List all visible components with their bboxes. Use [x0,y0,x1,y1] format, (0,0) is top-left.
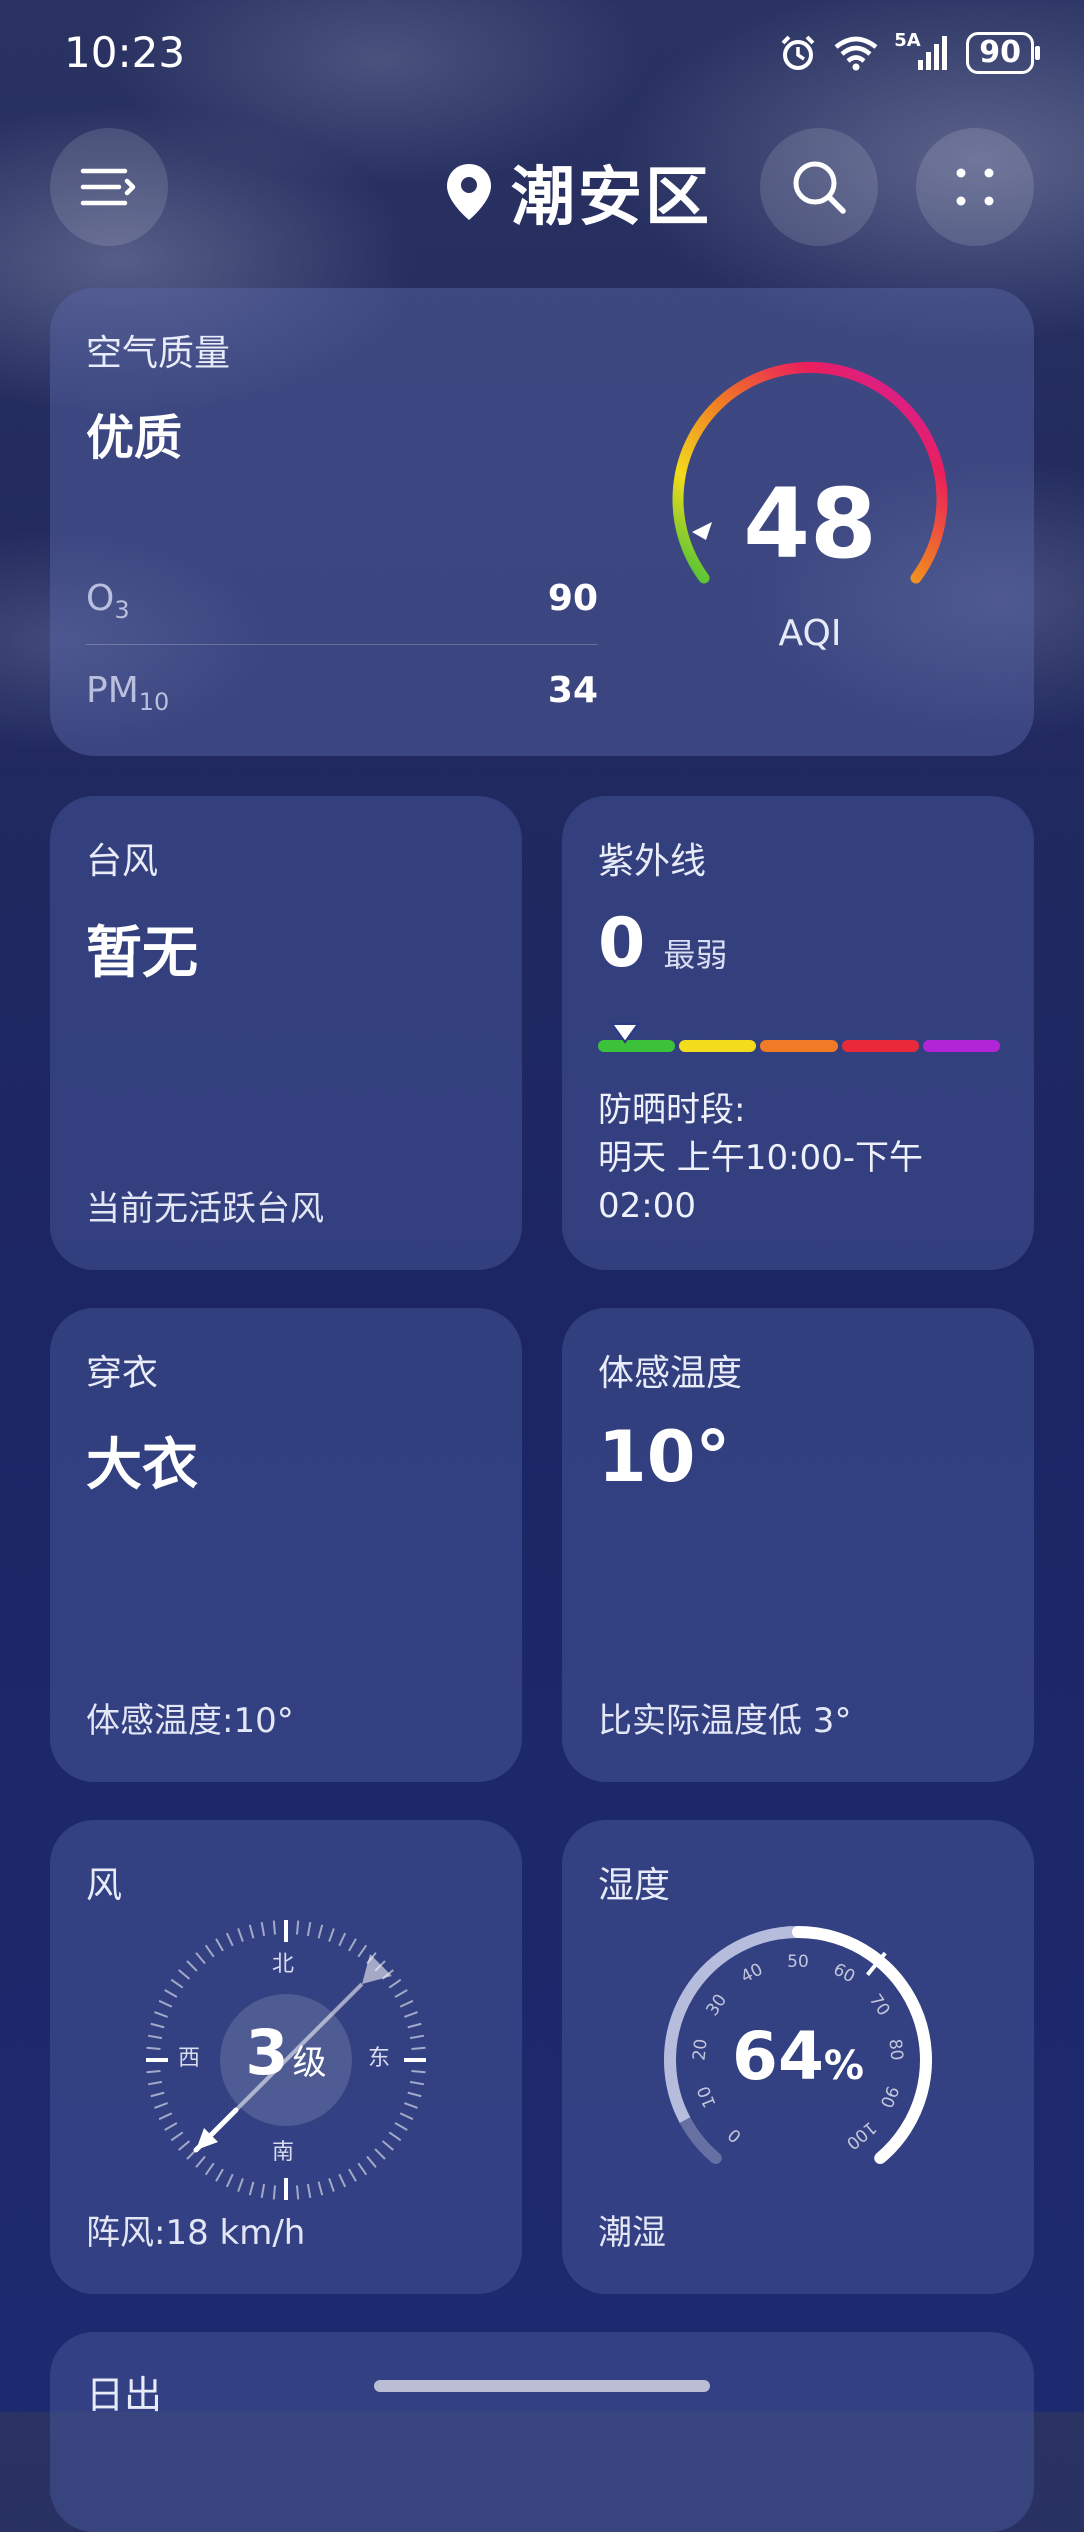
air-quality-card[interactable]: 空气质量 优质 O3 90 PM10 34 48 AQI [50,288,1034,756]
uv-title: 紫外线 [598,841,707,882]
wind-gust: 阵风:18 km/h [86,2213,306,2253]
uv-scale-segment [922,1040,1001,1052]
location-name: 潮安区 [511,161,712,235]
humidity-tick-label: 60 [830,1960,858,1988]
uv-scale-bar [598,1040,1001,1052]
typhoon-title: 台风 [86,841,159,882]
pollutant-value: 90 [547,578,598,619]
alarm-icon [781,35,815,70]
battery-indicator: 90 [966,32,1040,74]
uv-protect-info: 防晒时段: 明天 上午10:00-下午 02:00 [598,1086,923,1230]
humidity-reading: 64 % [648,2018,948,2095]
uv-scale-segment [760,1040,838,1052]
uv-protect-time: 明天 上午10:00-下午 [598,1138,924,1178]
typhoon-note: 当前无活跃台风 [86,1189,324,1229]
wind-level-unit: 级 [292,2043,327,2083]
pollutant-label: PM10 [86,670,170,717]
humidity-tick-label: 70 [865,1991,894,2020]
top-bar: 潮安区 [50,128,1034,248]
status-bar: 10:23 5A 90 [64,28,1040,84]
humidity-tick-label: 0 [724,2124,745,2146]
uv-card[interactable]: 紫外线 0 最弱 防晒时段: 明天 上午10:00-下午 02:00 [562,796,1034,1270]
sunrise-title: 日出 [86,2373,163,2417]
humidity-tick-label: 30 [702,1991,731,2020]
status-time: 10:23 [64,28,186,77]
uv-value: 0 [598,904,646,983]
humidity-card[interactable]: 湿度 0 10 20 30 40 50 60 70 80 90 100 64 % 潮湿 [562,1820,1034,2294]
uv-pointer-icon [610,1023,640,1044]
uv-scale-segment [841,1040,919,1052]
menu-icon [80,168,136,206]
wind-card[interactable]: 风 北 南 西 东 3 级 阵风:18 km/h [50,1820,522,2294]
wind-level-value: 3 [245,2016,289,2089]
aqi-label: AQI [778,613,842,654]
pollutant-row-o3: O3 90 [86,578,598,624]
location-selector[interactable]: 潮安区 [445,146,712,238]
aqi-value: 48 [743,468,877,580]
humidity-title: 湿度 [598,1865,671,1906]
clothing-title: 穿衣 [86,1353,159,1394]
uv-scale-segment [679,1040,757,1052]
pollutant-row-pm10: PM10 34 [86,670,598,716]
air-quality-title: 空气质量 [86,333,231,374]
humidity-tick-label: 40 [738,1960,766,1988]
humidity-tick-label: 100 [842,2117,880,2153]
wind-dir-east: 东 [368,2046,391,2071]
typhoon-card[interactable]: 台风 暂无 当前无活跃台风 [50,796,522,1270]
more-button[interactable] [916,128,1034,246]
uv-protect-time-cont: 02:00 [598,1186,696,1226]
clothing-value: 大衣 [86,1433,198,1498]
humidity-note: 潮湿 [598,2213,666,2253]
sunrise-card[interactable]: 日出 [50,2332,1034,2532]
air-quality-level: 优质 [86,410,183,466]
cellular-signal-icon: 5A [894,30,952,74]
wifi-icon [834,36,878,71]
uv-protect-label: 防晒时段: [598,1090,746,1130]
clothing-note: 体感温度:10° [86,1701,294,1741]
wind-level: 3 级 [236,2016,336,2089]
pollutant-label: O3 [86,578,130,625]
wind-title: 风 [86,1865,123,1906]
search-button[interactable] [760,128,878,246]
grid-dots-icon [956,168,994,206]
uv-reading: 0 最弱 [598,904,727,983]
wind-dir-north: 北 [272,1952,295,1977]
feels-like-card[interactable]: 体感温度 10° 比实际温度低 3° [562,1308,1034,1782]
humidity-unit: % [823,2043,864,2089]
clothing-card[interactable]: 穿衣 大衣 体感温度:10° [50,1308,522,1782]
feels-like-note: 比实际温度低 3° [598,1701,852,1741]
status-icons: 5A 90 [778,30,1040,74]
menu-button[interactable] [50,128,168,246]
humidity-value: 64 [732,2018,824,2095]
humidity-tick-label: 50 [787,1952,809,1972]
feels-like-value: 10° [598,1416,731,1498]
typhoon-value: 暂无 [86,921,198,986]
wind-dir-west: 西 [178,2046,201,2071]
home-indicator[interactable] [374,2380,710,2392]
wind-dir-south: 南 [272,2140,295,2165]
divider [86,644,598,645]
search-icon [793,161,846,214]
uv-level: 最弱 [663,936,728,974]
pollutant-value: 34 [547,670,598,711]
feels-like-title: 体感温度 [598,1353,743,1394]
location-pin-icon [447,164,491,220]
